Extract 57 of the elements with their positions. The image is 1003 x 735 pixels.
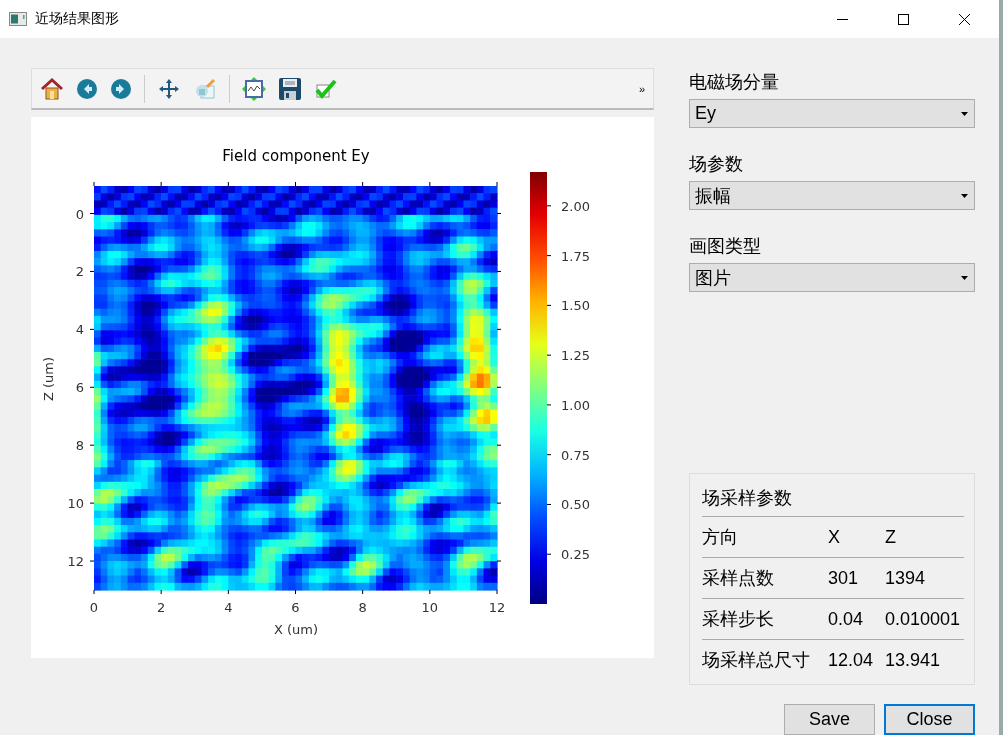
colorbar-tick-label: 1.25 <box>561 348 590 364</box>
colorbar-tick-label: 1.00 <box>561 397 590 413</box>
y-tick-label: 4 <box>75 322 84 338</box>
y-tick-label: 12 <box>67 554 84 570</box>
field-label: 场参数 <box>689 153 744 174</box>
toolbar-overflow-button[interactable]: » <box>638 82 645 95</box>
table-header-cell-text: 方向 <box>702 526 739 549</box>
x-tick-label: 10 <box>421 600 439 615</box>
table-cell-text: 采样步长 <box>702 608 775 631</box>
window-title: 近场结果图形 <box>35 10 119 28</box>
colorbar-tick-label: 1.75 <box>561 248 590 264</box>
x-tick-label: 2 <box>157 600 166 615</box>
y-tick-label: 6 <box>75 380 84 396</box>
dialog-button[interactable]: Close <box>884 704 975 735</box>
close-icon[interactable] <box>959 13 970 25</box>
table-cell-text: 12.04 <box>828 649 875 671</box>
chart-frame-icon[interactable] <box>242 76 266 101</box>
caret-icon <box>961 111 968 116</box>
maximize-icon[interactable] <box>898 13 909 25</box>
x-tick-label: 8 <box>358 600 367 615</box>
y-axis-label: Z (um) <box>41 356 56 402</box>
table-cell: 13.941 <box>885 649 941 671</box>
colorbar-tick-label: 2.00 <box>561 198 590 214</box>
caret-icon <box>961 193 968 198</box>
x-tick-label: 6 <box>291 600 300 615</box>
x-tick-label: 4 <box>224 600 233 615</box>
colorbar-tick-label: 1.50 <box>561 298 590 314</box>
window-icon <box>9 12 27 26</box>
table-cell: 1394 <box>885 567 926 589</box>
dropdown[interactable]: 图片 <box>689 263 975 292</box>
home-icon[interactable] <box>40 76 64 101</box>
table-cell: 0.010001 <box>885 608 961 630</box>
group-title: 场采样参数 <box>702 482 964 517</box>
x-axis-label: X (um) <box>273 622 319 637</box>
table-cell-text: 场采样总尺寸 <box>702 649 811 672</box>
plot-title: Field component Ey <box>222 147 370 165</box>
y-tick-label: 2 <box>75 264 84 280</box>
y-tick-label: 10 <box>67 496 84 512</box>
y-tick-label: 8 <box>75 438 84 454</box>
dropdown[interactable]: Ey <box>689 99 975 128</box>
table-cell-text: 301 <box>828 567 860 589</box>
x-tick-label: 0 <box>89 600 99 615</box>
colorbar-tick-label: 0.25 <box>561 547 590 563</box>
table-cell-text: 0.04 <box>828 608 865 630</box>
table-header-cell-text: X <box>828 526 841 548</box>
colorbar-tick-label: 0.75 <box>561 447 590 463</box>
save-icon[interactable] <box>278 76 302 101</box>
colorbar-tick-label: 0.50 <box>561 497 590 513</box>
dialog-button[interactable]: Save <box>784 704 875 735</box>
field-label: 画图类型 <box>689 235 762 256</box>
caret-icon <box>961 275 968 280</box>
y-tick-label: 0 <box>75 206 84 222</box>
table-header-cell: Z <box>885 526 896 548</box>
field-label: 电磁场分量 <box>689 71 780 92</box>
x-tick-label: 12 <box>488 600 506 615</box>
table-cell-text: 采样点数 <box>702 567 775 590</box>
dropdown[interactable]: 振幅 <box>689 181 975 210</box>
